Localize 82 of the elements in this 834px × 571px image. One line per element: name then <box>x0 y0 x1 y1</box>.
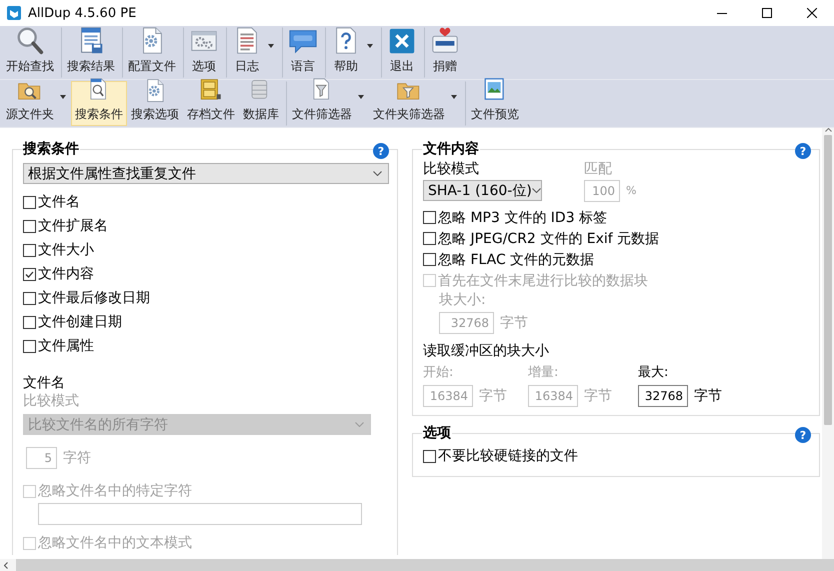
field-label: 比较模式 <box>23 392 80 410</box>
unit-label: 字节 <box>694 387 722 405</box>
number-field[interactable]: 32768 <box>638 385 688 407</box>
checkbox-label: 忽略 MP3 文件的 ID3 标签 <box>438 208 608 226</box>
checkbox-label: 文件创建日期 <box>38 313 122 331</box>
unit-label: 字节 <box>479 387 507 405</box>
caret-icon[interactable] <box>451 95 457 99</box>
toolbar-button[interactable]: 文件筛选器 <box>286 81 369 126</box>
caret-icon[interactable] <box>358 95 364 99</box>
checkbox[interactable] <box>23 340 36 352</box>
toolbar-button[interactable]: 搜索结果 <box>61 27 119 78</box>
scrollbar-thumb[interactable] <box>16 559 834 571</box>
checkbox[interactable] <box>23 244 36 256</box>
checkbox[interactable] <box>23 196 36 208</box>
checkbox[interactable] <box>423 211 436 224</box>
window-title: AllDup 4.5.60 PE <box>28 6 136 20</box>
scroll-left-icon[interactable] <box>4 562 8 568</box>
field-label: 增量: <box>528 364 560 382</box>
toolbar-button[interactable]: 配置文件 <box>122 27 180 78</box>
toolbar-button[interactable]: 文件夹筛选器 <box>369 81 462 126</box>
unit-label: 字符 <box>63 449 91 467</box>
toolbar-button[interactable]: 源文件夹 <box>2 81 71 126</box>
checkbox-label: 文件扩展名 <box>38 217 108 235</box>
panel-title: 搜索条件 <box>22 140 80 158</box>
caret-icon[interactable] <box>60 95 66 99</box>
unit-label: % <box>626 184 636 197</box>
toolbar-button[interactable]: 选项 <box>183 27 223 78</box>
unit-label: 字节 <box>584 387 612 405</box>
field-label: 开始: <box>423 364 454 382</box>
caret-icon[interactable] <box>268 44 274 48</box>
checkbox[interactable] <box>23 268 36 280</box>
checkbox-label: 忽略 JPEG/CR2 文件的 Exif 元数据 <box>438 230 660 248</box>
checkbox-label: 首先在文件末尾进行比较的数据块 <box>438 272 648 290</box>
scroll-up-icon[interactable] <box>824 128 832 132</box>
panel-title: 文件内容 <box>422 140 480 158</box>
field-label: 最大: <box>638 364 670 382</box>
toolbar-button[interactable]: 存档文件 <box>183 81 239 126</box>
toolbar-button[interactable]: 语言 <box>282 27 322 78</box>
caret-icon[interactable] <box>367 44 373 48</box>
toolbar-button[interactable]: 数据库 <box>239 81 283 126</box>
close-icon <box>387 26 417 56</box>
section-heading: 文件名 <box>23 374 66 392</box>
checkbox-label: 忽略文件名中的文本模式 <box>38 534 192 552</box>
checkbox-label: 忽略 FLAC 文件的元数据 <box>438 250 594 268</box>
checkbox[interactable] <box>423 232 436 245</box>
unit-label: 字节 <box>500 314 528 332</box>
maximize-icon[interactable] <box>762 8 772 18</box>
checkbox[interactable] <box>23 316 36 328</box>
checkbox-label: 文件属性 <box>38 337 94 355</box>
close-icon[interactable] <box>806 8 816 18</box>
section-heading: 读取缓冲区的块大小 <box>423 342 550 360</box>
app-icon <box>7 6 21 20</box>
checkbox-label: 文件最后修改日期 <box>38 289 150 307</box>
checkbox-label: 文件名 <box>38 193 80 211</box>
field-label: 匹配 <box>584 160 613 178</box>
checkbox-label: 不要比较硬链接的文件 <box>438 447 578 465</box>
chevron-down-icon[interactable] <box>373 171 382 176</box>
help-icon[interactable]: ? <box>373 143 389 159</box>
toolbar-button[interactable]: 退出 <box>381 27 421 78</box>
chevron-down-icon[interactable] <box>532 188 541 193</box>
toolbar-button[interactable]: 文件预览 <box>465 81 523 126</box>
toolbar-button[interactable]: 捐赠 <box>424 27 464 78</box>
toolbar-button[interactable]: 搜索条件 <box>71 81 127 126</box>
help-icon[interactable]: ? <box>795 427 811 443</box>
toolbar-button[interactable]: 帮助 <box>325 27 378 78</box>
toolbar-button[interactable]: 开始查找 <box>2 27 58 78</box>
field-label: 块大小: <box>439 291 487 309</box>
checkbox-label: 文件大小 <box>38 241 94 259</box>
checkbox[interactable] <box>423 253 436 266</box>
scrollbar-thumb[interactable] <box>824 135 832 425</box>
checkbox[interactable] <box>23 292 36 304</box>
dropdown[interactable]: SHA-1 (160-位) <box>423 180 542 201</box>
checkbox-label: 文件内容 <box>38 265 94 283</box>
toolbar-button[interactable]: 搜索选项 <box>127 81 183 126</box>
toolbar-button[interactable]: 日志 <box>226 27 279 78</box>
checkbox[interactable] <box>423 450 436 462</box>
checkbox[interactable] <box>23 220 36 232</box>
checkbox-label: 忽略文件名中的特定字符 <box>38 482 192 500</box>
help-icon[interactable]: ? <box>795 143 811 159</box>
field-label: 比较模式 <box>423 160 480 178</box>
panel-title: 选项 <box>422 424 452 442</box>
dropdown[interactable]: 根据文件属性查找重复文件 <box>23 163 389 184</box>
